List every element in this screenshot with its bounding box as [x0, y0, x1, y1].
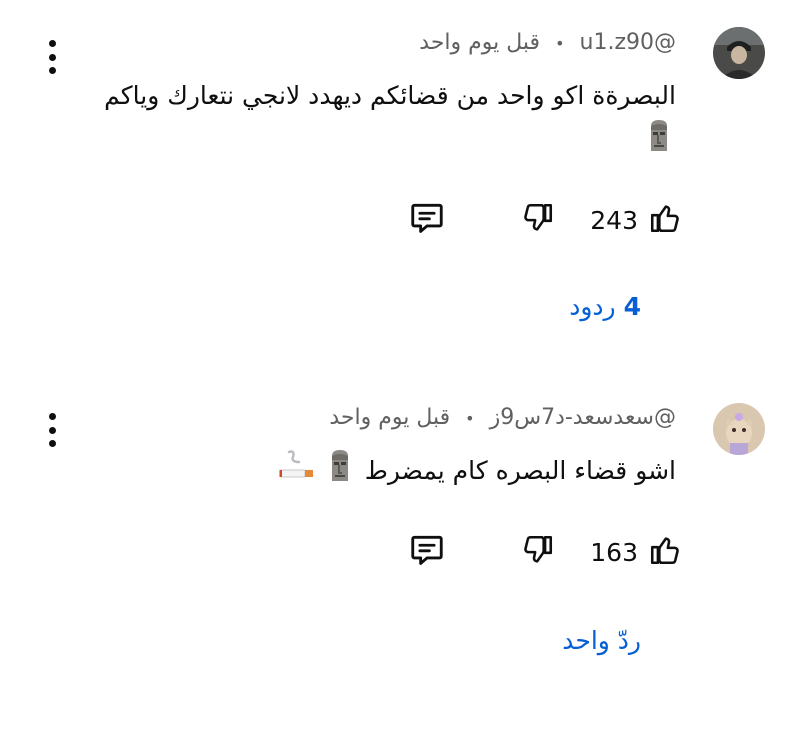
- meta-separator: •: [465, 409, 475, 428]
- like-count: 163: [590, 537, 638, 567]
- dislike-button[interactable]: [516, 198, 560, 242]
- comment-reply-icon: [408, 199, 446, 241]
- comment-meta: @سعدسعد-د7س9ز • قبل يوم واحد: [329, 405, 676, 430]
- reply-button[interactable]: [405, 198, 449, 242]
- reply-button[interactable]: [405, 530, 449, 574]
- thumbs-up-icon: [648, 533, 682, 571]
- like-button[interactable]: 243: [590, 198, 682, 242]
- meta-separator: •: [555, 34, 565, 53]
- avatar[interactable]: [713, 403, 765, 455]
- thumbs-up-icon: [648, 201, 682, 239]
- author-handle[interactable]: @سعدسعد-د7س9ز: [490, 405, 676, 430]
- replies-label: ردود: [569, 292, 616, 321]
- moai-emoji: [327, 448, 353, 496]
- author-handle[interactable]: @u1.z90: [580, 30, 676, 55]
- comment-time: قبل يوم واحد: [419, 30, 541, 55]
- comment-time: قبل يوم واحد: [329, 405, 451, 430]
- more-vertical-icon[interactable]: [44, 413, 60, 447]
- comment-text-body: اشو قضاء البصره كام يمضرط: [364, 456, 676, 485]
- dislike-button[interactable]: [516, 530, 560, 574]
- comment-reply-icon: [408, 531, 446, 573]
- view-replies-link[interactable]: ردّ واحد: [562, 626, 641, 655]
- thumbs-down-icon: [521, 533, 555, 571]
- comment-text: اشو قضاء البصره كام يمضرط: [56, 448, 676, 496]
- replies-label: ردّ واحد: [562, 626, 641, 655]
- comment-text-body: البصرةة اكو واحد من قضائكم ديهدد لانجي ن…: [104, 81, 676, 110]
- comment-text: البصرةة اكو واحد من قضائكم ديهدد لانجي ن…: [56, 74, 676, 166]
- thumbs-down-icon: [521, 201, 555, 239]
- replies-count: 4: [623, 292, 641, 321]
- cigarette-emoji: [279, 448, 315, 496]
- like-count: 243: [590, 205, 638, 235]
- comment-actions: 163: [0, 530, 800, 574]
- avatar-image: [713, 27, 765, 79]
- avatar-image: [713, 403, 765, 455]
- view-replies-link[interactable]: 4 ردود: [569, 292, 641, 321]
- like-button[interactable]: 163: [590, 530, 682, 574]
- more-vertical-icon[interactable]: [44, 40, 60, 74]
- moai-emoji: [646, 118, 672, 166]
- avatar[interactable]: [713, 27, 765, 79]
- comment-meta: @u1.z90 • قبل يوم واحد: [419, 30, 676, 55]
- comment-actions: 243: [0, 198, 800, 242]
